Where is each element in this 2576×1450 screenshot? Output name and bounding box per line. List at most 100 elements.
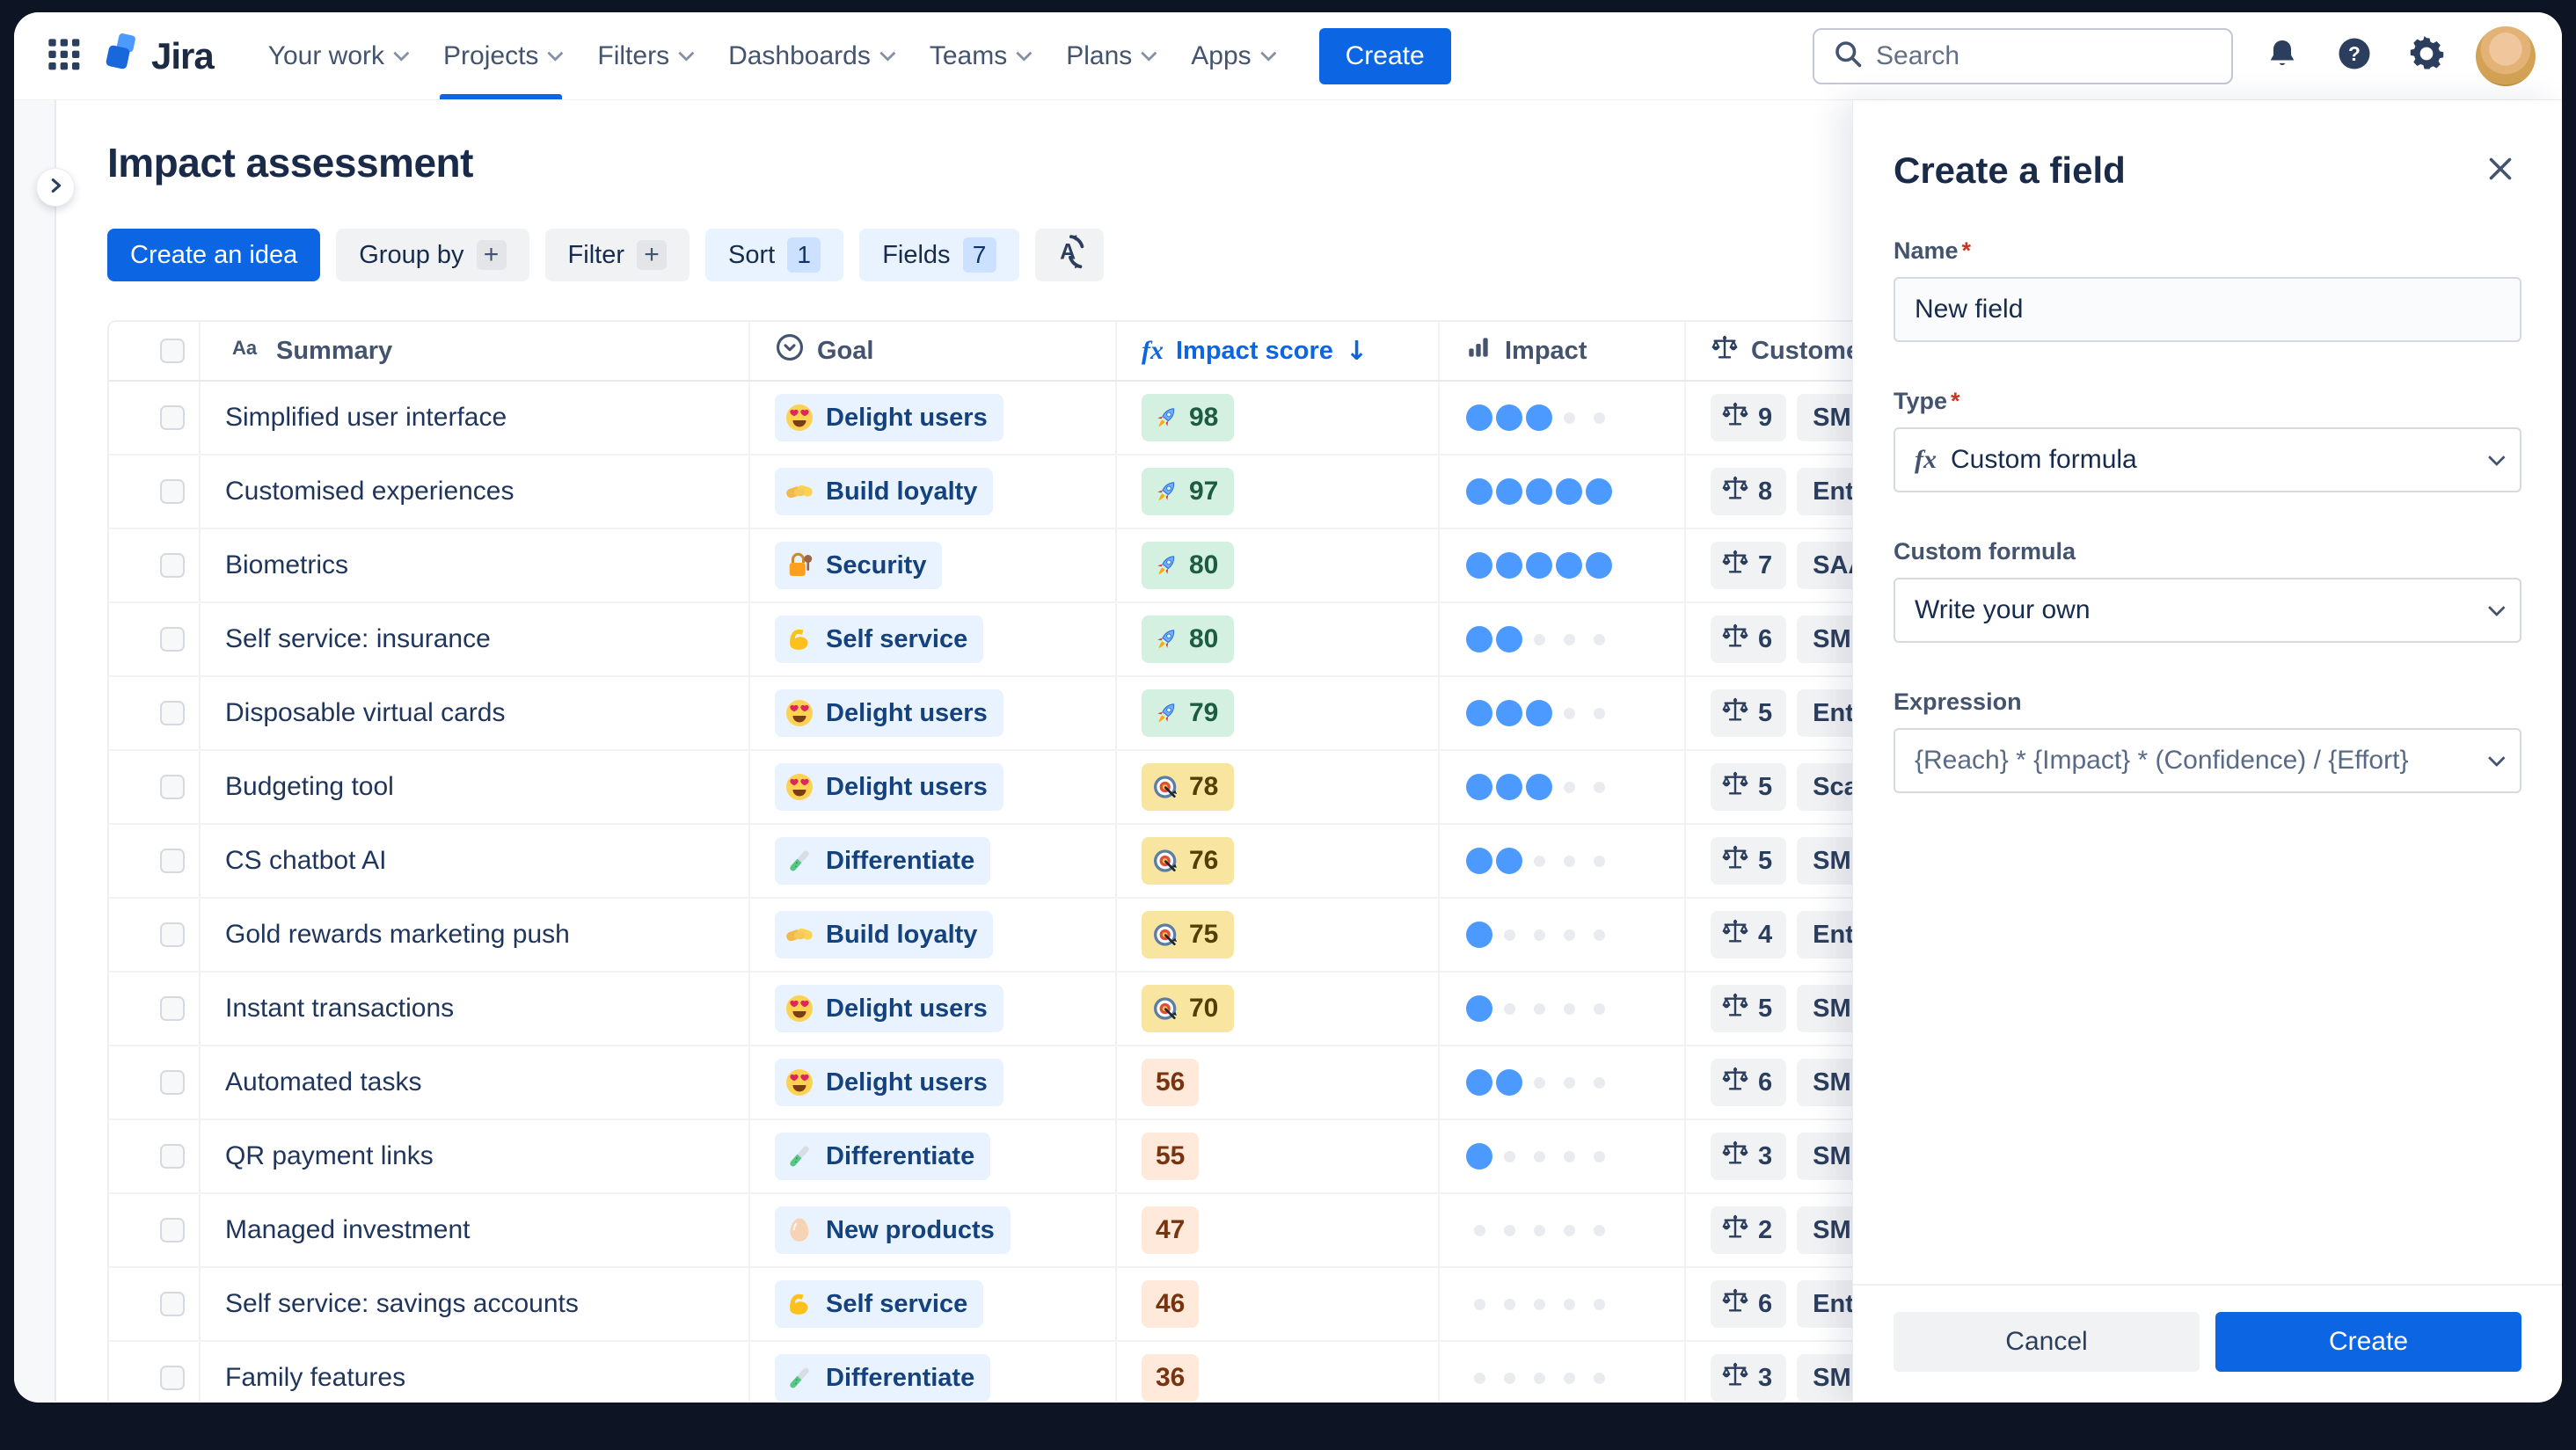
- impact-score-cell[interactable]: 56: [1117, 1046, 1440, 1118]
- search-box[interactable]: [1813, 27, 2233, 84]
- nav-item-teams[interactable]: Teams: [910, 12, 1047, 99]
- row-checkbox[interactable]: [160, 922, 185, 947]
- nav-create-button[interactable]: Create: [1318, 27, 1451, 84]
- summary-cell[interactable]: Automated tasks: [201, 1046, 750, 1118]
- impact-score-cell[interactable]: 78: [1117, 751, 1440, 823]
- impact-score-cell[interactable]: 47: [1117, 1194, 1440, 1266]
- impact-rating-cell[interactable]: [1440, 1268, 1686, 1340]
- goal-cell[interactable]: Delight users: [750, 382, 1117, 454]
- impact-rating-cell[interactable]: [1440, 382, 1686, 454]
- impact-rating-cell[interactable]: [1440, 1194, 1686, 1266]
- custom-formula-select[interactable]: Write your own: [1894, 578, 2521, 643]
- impact-score-cell[interactable]: 98: [1117, 382, 1440, 454]
- group-by-button[interactable]: Group by +: [336, 229, 529, 281]
- nav-item-your-work[interactable]: Your work: [249, 12, 424, 99]
- impact-score-cell[interactable]: 97: [1117, 455, 1440, 528]
- row-checkbox[interactable]: [160, 849, 185, 873]
- row-checkbox[interactable]: [160, 996, 185, 1021]
- filter-button[interactable]: Filter +: [544, 229, 690, 281]
- summary-cell[interactable]: Simplified user interface: [201, 382, 750, 454]
- impact-rating-cell[interactable]: [1440, 603, 1686, 675]
- summary-cell[interactable]: Instant transactions: [201, 973, 750, 1045]
- row-checkbox[interactable]: [160, 775, 185, 799]
- impact-score-cell[interactable]: 79: [1117, 677, 1440, 749]
- row-checkbox[interactable]: [160, 479, 185, 504]
- goal-cell[interactable]: Differentiate: [750, 1120, 1117, 1192]
- column-header-impact[interactable]: Impact: [1440, 322, 1686, 380]
- name-field[interactable]: New field: [1894, 277, 2521, 342]
- impact-rating-cell[interactable]: [1440, 899, 1686, 971]
- impact-rating-cell[interactable]: [1440, 1342, 1686, 1402]
- summary-cell[interactable]: Customised experiences: [201, 455, 750, 528]
- column-header-summary[interactable]: Aa Summary: [201, 322, 750, 380]
- goal-cell[interactable]: Delight users: [750, 677, 1117, 749]
- create-field-button[interactable]: Create: [2215, 1312, 2521, 1372]
- goal-cell[interactable]: Delight users: [750, 973, 1117, 1045]
- auto-format-button[interactable]: A: [1034, 229, 1104, 281]
- impact-score-cell[interactable]: 80: [1117, 603, 1440, 675]
- settings-button[interactable]: [2404, 33, 2449, 79]
- impact-score-cell[interactable]: 80: [1117, 529, 1440, 601]
- summary-cell[interactable]: Managed investment: [201, 1194, 750, 1266]
- help-button[interactable]: ?: [2332, 33, 2377, 79]
- impact-score-cell[interactable]: 75: [1117, 899, 1440, 971]
- app-switcher-icon[interactable]: [39, 32, 88, 81]
- impact-rating-cell[interactable]: [1440, 825, 1686, 897]
- row-checkbox[interactable]: [160, 1366, 185, 1390]
- impact-score-cell[interactable]: 55: [1117, 1120, 1440, 1192]
- create-idea-button[interactable]: Create an idea: [107, 229, 321, 281]
- summary-cell[interactable]: Budgeting tool: [201, 751, 750, 823]
- nav-item-filters[interactable]: Filters: [578, 12, 709, 99]
- impact-score-cell[interactable]: 76: [1117, 825, 1440, 897]
- fields-button[interactable]: Fields 7: [859, 229, 1019, 281]
- row-checkbox[interactable]: [160, 1218, 185, 1242]
- column-header-impact-score[interactable]: fx Impact score ↓: [1117, 322, 1440, 380]
- jira-logo[interactable]: Jira: [100, 33, 215, 79]
- search-input[interactable]: [1876, 40, 2214, 71]
- nav-item-dashboards[interactable]: Dashboards: [709, 12, 910, 99]
- notifications-button[interactable]: [2259, 33, 2305, 79]
- avatar[interactable]: [2476, 26, 2536, 86]
- impact-rating-cell[interactable]: [1440, 455, 1686, 528]
- select-all-checkbox[interactable]: [160, 339, 185, 363]
- impact-rating-cell[interactable]: [1440, 677, 1686, 749]
- row-checkbox[interactable]: [160, 627, 185, 652]
- sort-button[interactable]: Sort 1: [705, 229, 844, 281]
- goal-cell[interactable]: Differentiate: [750, 1342, 1117, 1402]
- summary-cell[interactable]: Family features: [201, 1342, 750, 1402]
- summary-cell[interactable]: CS chatbot AI: [201, 825, 750, 897]
- impact-rating-cell[interactable]: [1440, 529, 1686, 601]
- sidebar-expand-button[interactable]: [37, 169, 74, 206]
- goal-cell[interactable]: New products: [750, 1194, 1117, 1266]
- impact-rating-cell[interactable]: [1440, 1046, 1686, 1118]
- nav-item-apps[interactable]: Apps: [1171, 12, 1290, 99]
- impact-score-cell[interactable]: 46: [1117, 1268, 1440, 1340]
- summary-cell[interactable]: Biometrics: [201, 529, 750, 601]
- impact-rating-cell[interactable]: [1440, 1120, 1686, 1192]
- goal-cell[interactable]: Self service: [750, 1268, 1117, 1340]
- summary-cell[interactable]: Self service: insurance: [201, 603, 750, 675]
- nav-item-projects[interactable]: Projects: [424, 12, 578, 99]
- goal-cell[interactable]: Delight users: [750, 751, 1117, 823]
- type-select[interactable]: fx Custom formula: [1894, 427, 2521, 492]
- row-checkbox[interactable]: [160, 1070, 185, 1095]
- goal-cell[interactable]: Build loyalty: [750, 455, 1117, 528]
- goal-cell[interactable]: Self service: [750, 603, 1117, 675]
- goal-cell[interactable]: Security: [750, 529, 1117, 601]
- row-checkbox[interactable]: [160, 1292, 185, 1316]
- column-header-goal[interactable]: Goal: [750, 322, 1117, 380]
- summary-cell[interactable]: QR payment links: [201, 1120, 750, 1192]
- impact-rating-cell[interactable]: [1440, 751, 1686, 823]
- impact-score-cell[interactable]: 70: [1117, 973, 1440, 1045]
- goal-cell[interactable]: Differentiate: [750, 825, 1117, 897]
- row-checkbox[interactable]: [160, 405, 185, 430]
- close-panel-button[interactable]: [2479, 149, 2521, 192]
- row-checkbox[interactable]: [160, 701, 185, 725]
- cancel-button[interactable]: Cancel: [1894, 1312, 2200, 1372]
- impact-score-cell[interactable]: 36: [1117, 1342, 1440, 1402]
- impact-rating-cell[interactable]: [1440, 973, 1686, 1045]
- summary-cell[interactable]: Disposable virtual cards: [201, 677, 750, 749]
- expression-select[interactable]: {Reach} * {Impact} * (Confidence) / {Eff…: [1894, 728, 2521, 793]
- summary-cell[interactable]: Gold rewards marketing push: [201, 899, 750, 971]
- row-checkbox[interactable]: [160, 1144, 185, 1169]
